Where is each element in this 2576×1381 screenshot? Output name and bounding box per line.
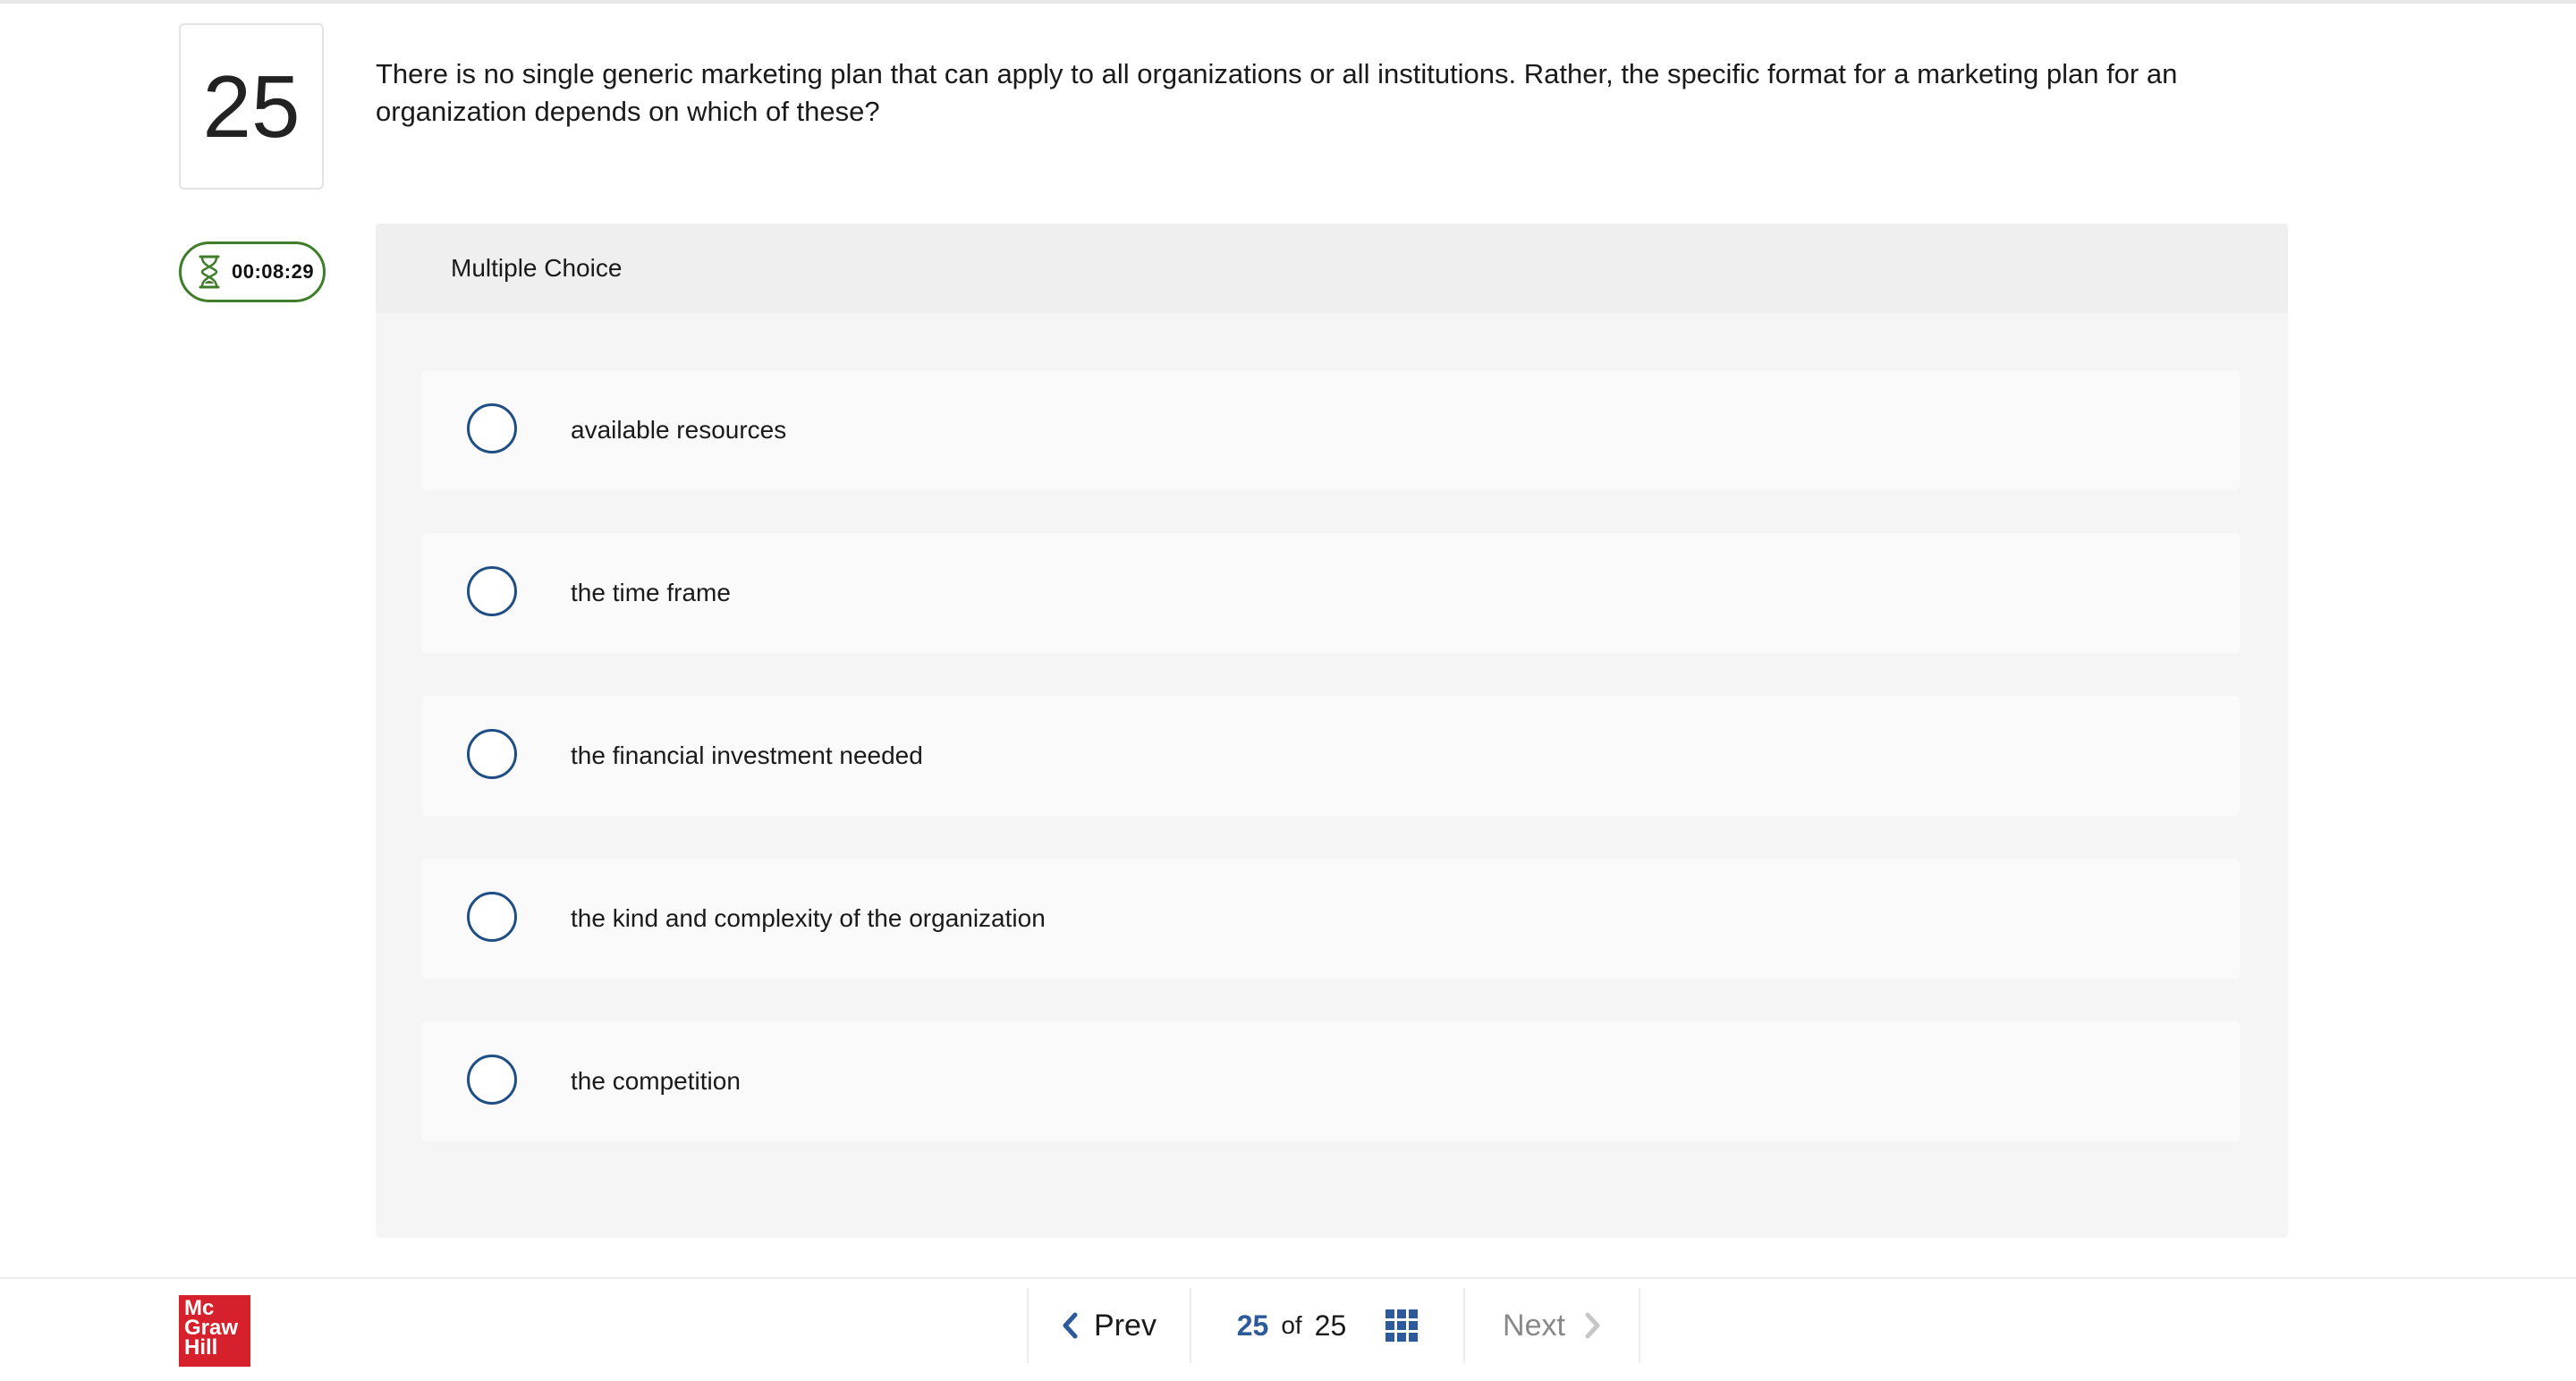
footer-divider: [0, 1277, 2576, 1279]
answer-option[interactable]: the time frame: [422, 533, 2240, 653]
current-page: 25: [1236, 1309, 1269, 1342]
answer-option[interactable]: available resources: [422, 370, 2240, 490]
hourglass-icon: [199, 255, 220, 289]
radio-button[interactable]: [467, 403, 517, 453]
question-navigation: Prev 25 of 25 Next: [1027, 1288, 1640, 1363]
question-prompt: There is no single generic marketing pla…: [376, 58, 2178, 127]
top-divider: [0, 0, 2576, 4]
chevron-right-icon: [1585, 1312, 1600, 1339]
prev-button[interactable]: Prev: [1029, 1288, 1190, 1363]
multiple-choice-panel: Multiple Choice available resources the …: [376, 224, 2288, 1238]
answer-option[interactable]: the competition: [422, 1021, 2240, 1141]
answer-option-label: the competition: [571, 1067, 741, 1095]
total-pages: 25: [1314, 1309, 1347, 1342]
next-label: Next: [1503, 1308, 1565, 1343]
answer-option[interactable]: the kind and complexity of the organizat…: [422, 859, 2240, 979]
answer-option[interactable]: the financial investment needed: [422, 696, 2240, 816]
radio-button[interactable]: [467, 566, 517, 616]
page-counter: 25 of 25: [1191, 1288, 1463, 1363]
next-button[interactable]: Next: [1465, 1288, 1639, 1363]
prev-label: Prev: [1094, 1308, 1157, 1343]
radio-button[interactable]: [467, 1055, 517, 1105]
chevron-left-icon: [1063, 1312, 1078, 1339]
question-number: 25: [179, 23, 324, 190]
nav-divider: [1639, 1288, 1640, 1363]
radio-button[interactable]: [467, 729, 517, 779]
grid-icon[interactable]: [1385, 1309, 1419, 1342]
question-type-label: Multiple Choice: [451, 254, 623, 282]
question-type-header: Multiple Choice: [376, 224, 2288, 313]
timer: 00:08:29: [179, 241, 326, 302]
answer-option-label: the kind and complexity of the organizat…: [571, 904, 1046, 932]
of-label: of: [1281, 1311, 1302, 1339]
answer-option-label: available resources: [571, 416, 787, 444]
logo-line: Hill: [184, 1335, 218, 1360]
answer-option-label: the time frame: [571, 579, 731, 606]
mcgraw-hill-logo: Mc Graw Hill: [179, 1295, 250, 1367]
radio-button[interactable]: [467, 892, 517, 942]
timer-value: 00:08:29: [232, 260, 315, 283]
answer-option-label: the financial investment needed: [571, 741, 923, 769]
